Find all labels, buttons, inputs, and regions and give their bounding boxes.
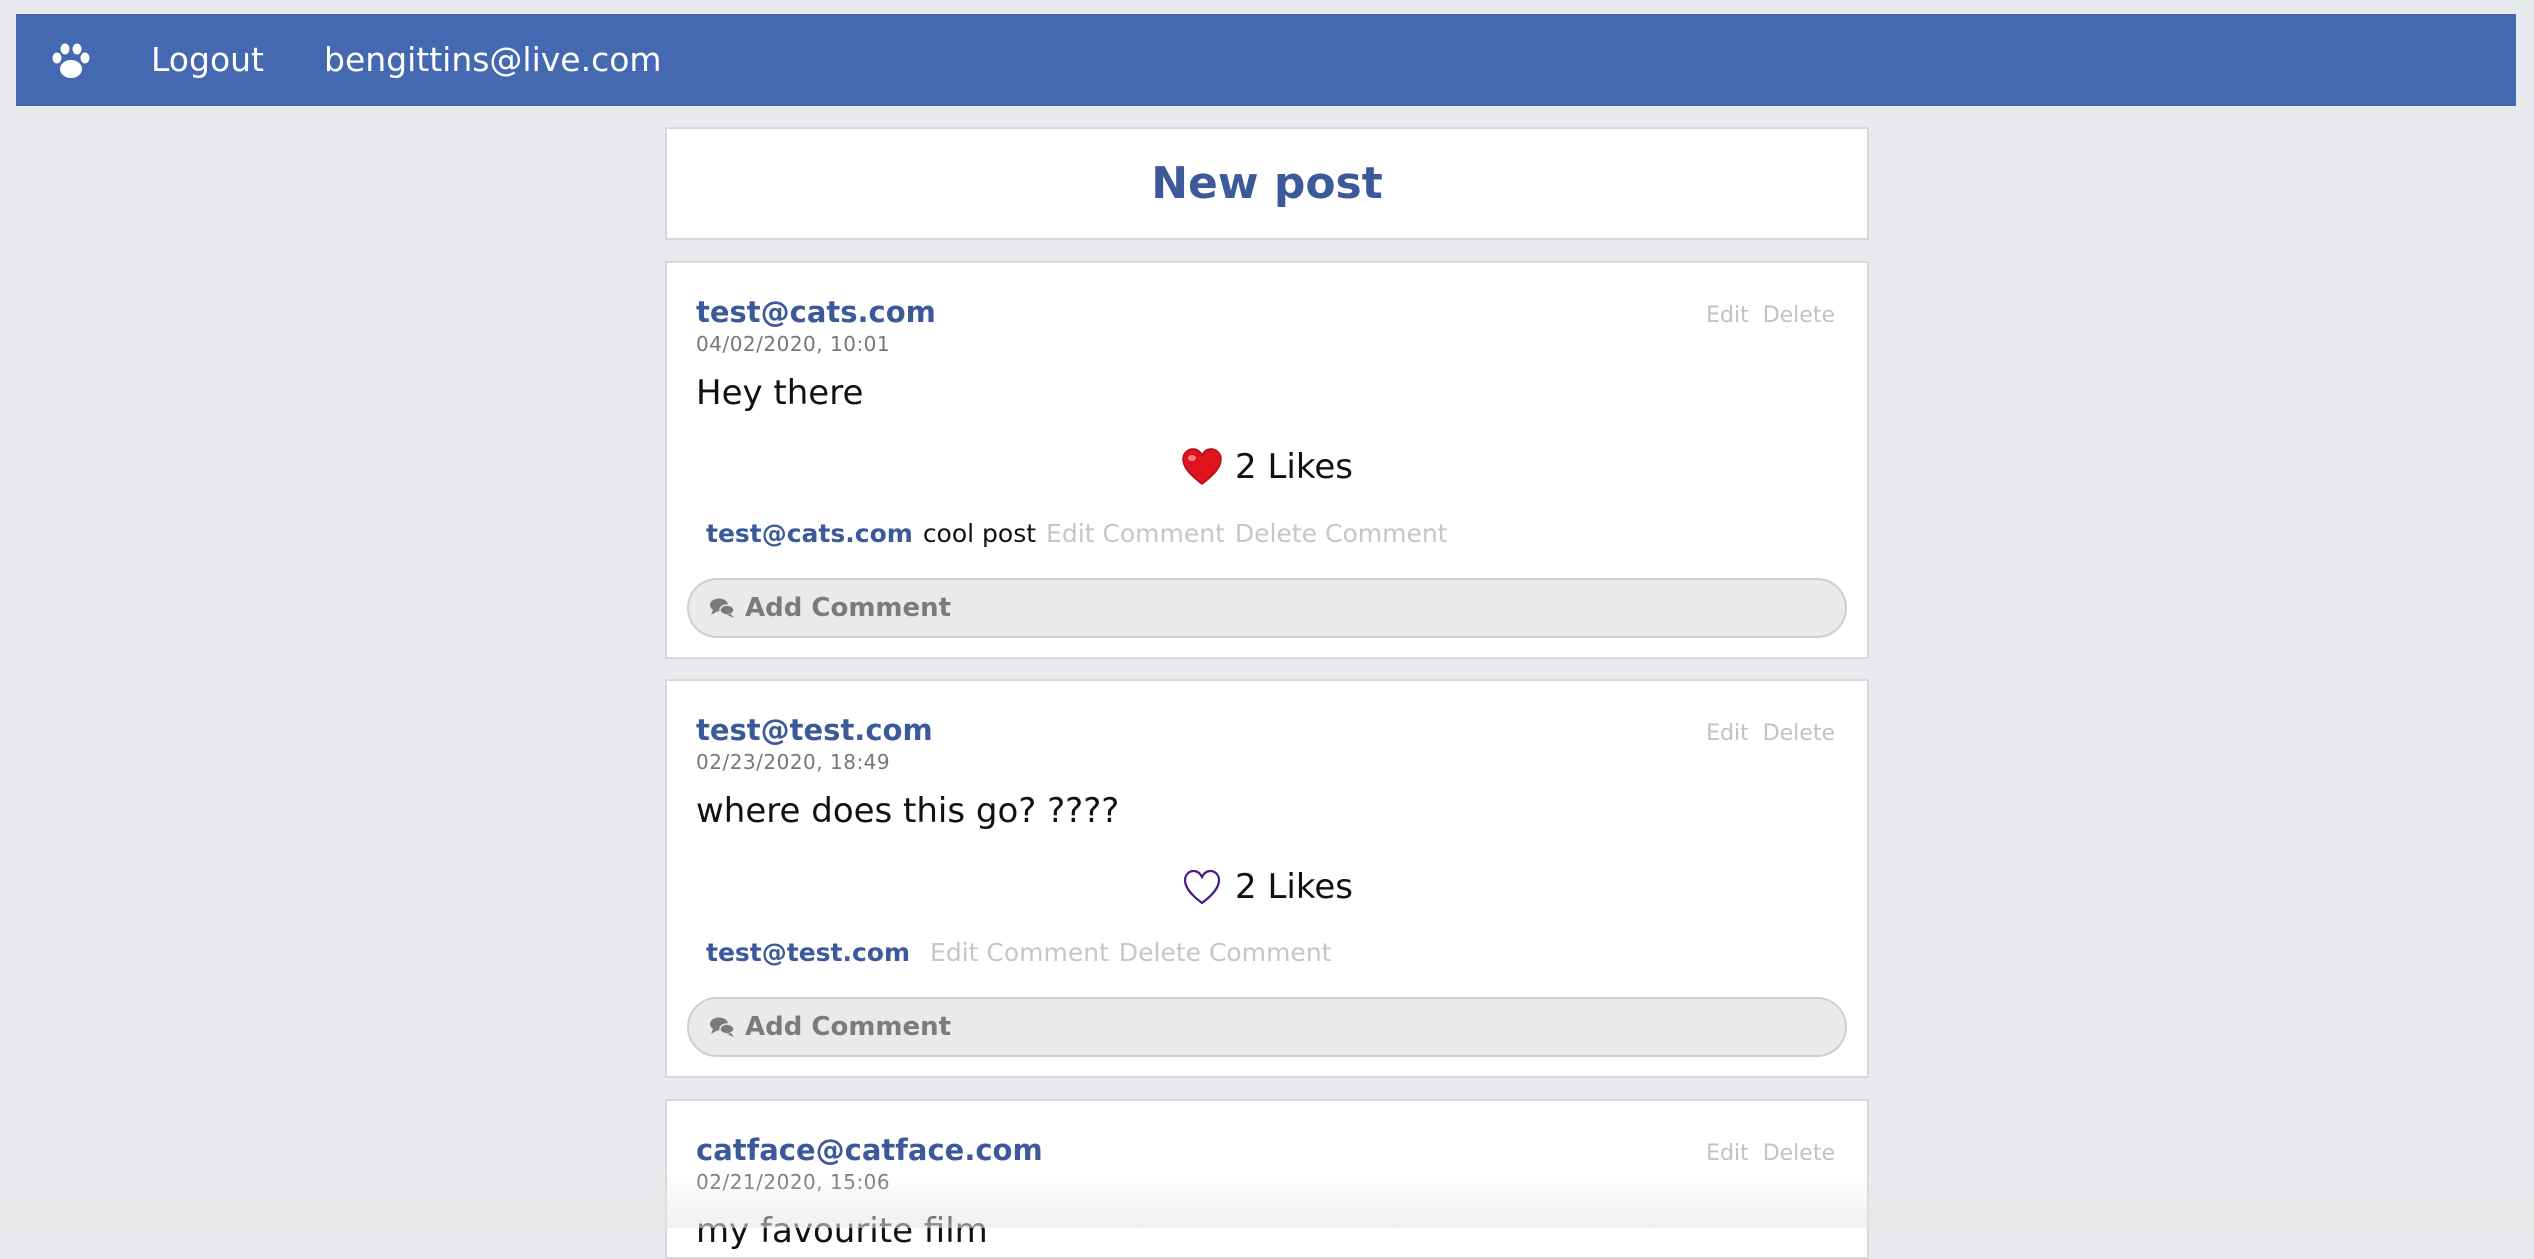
delete-comment-button[interactable]: Delete Comment <box>1235 519 1448 548</box>
likes-count: 2 Likes <box>1235 447 1353 487</box>
delete-comment-button[interactable]: Delete Comment <box>1119 938 1332 967</box>
likes-count: 2 Likes <box>1235 867 1353 907</box>
comment-bubble-icon <box>710 598 735 618</box>
likes-row: 2 Likes <box>667 867 1867 907</box>
add-comment-input[interactable]: Add Comment <box>687 997 1847 1057</box>
post-text: my favourite film <box>696 1211 988 1251</box>
post-author[interactable]: test@test.com <box>696 713 933 747</box>
post-date: 02/23/2020, 18:49 <box>696 750 891 774</box>
comment-text: cool post <box>922 519 1037 548</box>
post-actions: Edit Delete <box>1706 303 1835 328</box>
edit-post-button[interactable]: Edit <box>1706 303 1749 328</box>
edit-comment-button[interactable]: Edit Comment <box>1046 519 1225 548</box>
new-post-label: New post <box>1151 158 1383 209</box>
post-date: 02/21/2020, 15:06 <box>696 1170 891 1194</box>
edit-post-button[interactable]: Edit <box>1706 721 1749 746</box>
post-text: where does this go? ???? <box>696 791 1120 831</box>
comment-author[interactable]: test@test.com <box>706 938 910 967</box>
edit-comment-button[interactable]: Edit Comment <box>930 938 1109 967</box>
add-comment-placeholder: Add Comment <box>745 1012 952 1042</box>
post-author[interactable]: catface@catface.com <box>696 1133 1043 1167</box>
comment-item: test@cats.com cool post Edit Comment Del… <box>706 519 1447 548</box>
post-card: catface@catface.com 02/21/2020, 15:06 Ed… <box>665 1099 1869 1259</box>
comment-item: test@test.com Edit Comment Delete Commen… <box>706 938 1331 967</box>
add-comment-input[interactable]: Add Comment <box>687 578 1847 638</box>
post-card: test@cats.com 04/02/2020, 10:01 Edit Del… <box>665 261 1869 659</box>
delete-post-button[interactable]: Delete <box>1763 1141 1835 1166</box>
new-post-button[interactable]: New post <box>665 127 1869 240</box>
heart-outline-icon[interactable] <box>1181 868 1223 906</box>
likes-row: 2 Likes <box>667 447 1867 487</box>
post-card: test@test.com 02/23/2020, 18:49 Edit Del… <box>665 679 1869 1078</box>
delete-post-button[interactable]: Delete <box>1763 303 1835 328</box>
comment-author[interactable]: test@cats.com <box>706 519 913 548</box>
paw-icon[interactable] <box>48 38 94 84</box>
delete-post-button[interactable]: Delete <box>1763 721 1835 746</box>
heart-filled-icon[interactable] <box>1181 448 1223 486</box>
post-author[interactable]: test@cats.com <box>696 295 936 329</box>
post-actions: Edit Delete <box>1706 1141 1835 1166</box>
top-navbar: Logout bengittins@live.com <box>16 14 2516 106</box>
post-actions: Edit Delete <box>1706 721 1835 746</box>
add-comment-placeholder: Add Comment <box>745 593 952 623</box>
logout-link[interactable]: Logout <box>151 14 264 106</box>
user-email-link[interactable]: bengittins@live.com <box>324 14 662 106</box>
post-text: Hey there <box>696 373 864 413</box>
edit-post-button[interactable]: Edit <box>1706 1141 1749 1166</box>
comment-bubble-icon <box>710 1017 735 1037</box>
post-date: 04/02/2020, 10:01 <box>696 332 891 356</box>
